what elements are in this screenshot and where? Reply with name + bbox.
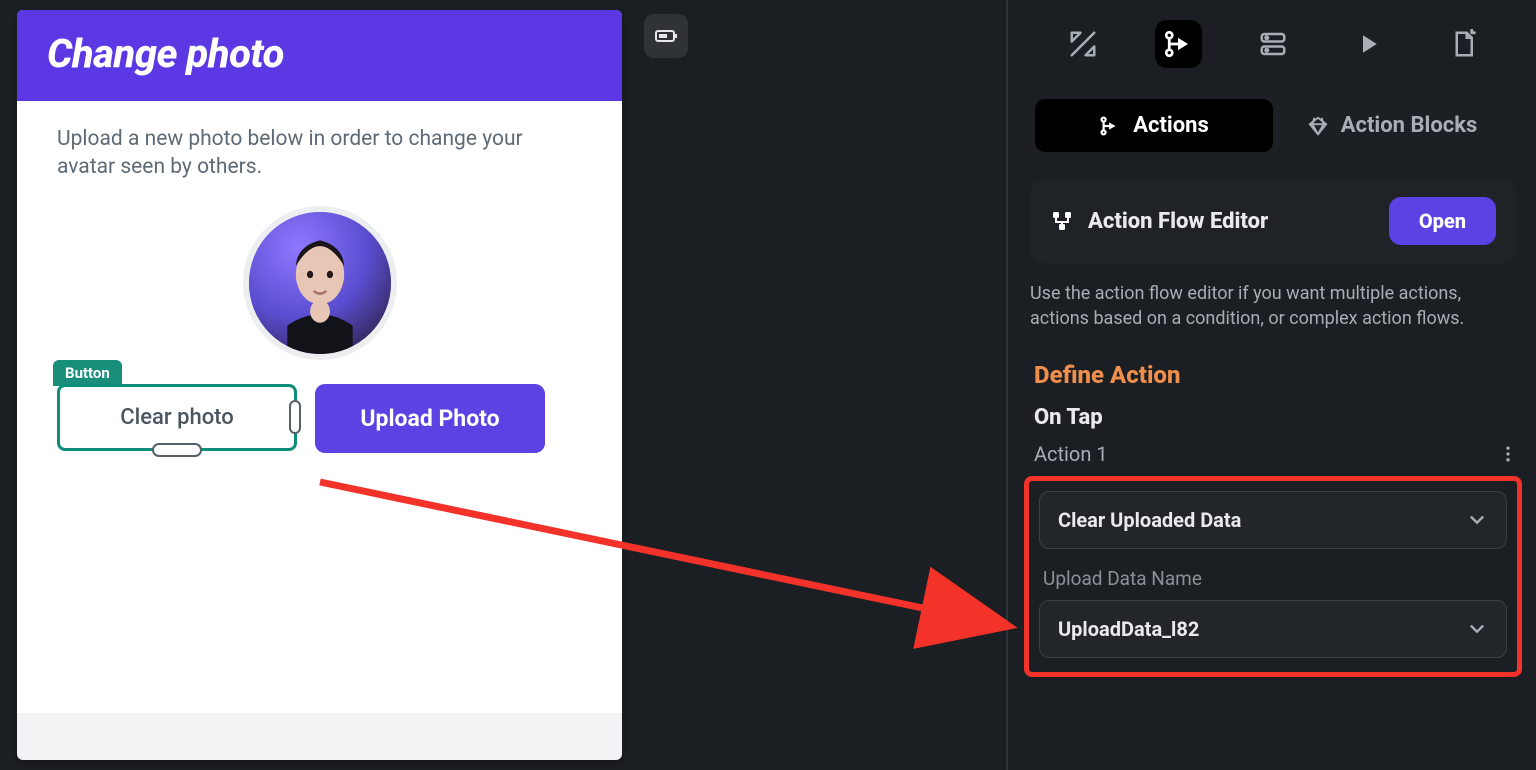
avatar-container (57, 206, 582, 360)
flow-editor-description: Use the action flow editor if you want m… (1030, 281, 1516, 331)
tab-design-icon[interactable] (1060, 20, 1107, 68)
flow-editor-card: Action Flow Editor Open (1030, 179, 1516, 263)
preview-header: Change photo (17, 10, 622, 101)
page-title: Change photo (47, 30, 592, 77)
upload-data-name-label: Upload Data Name (1043, 567, 1511, 590)
action-type-select[interactable]: Clear Uploaded Data (1039, 491, 1507, 549)
preview-card: Change photo Upload a new photo below in… (17, 10, 622, 760)
tab-preview-icon[interactable] (1344, 20, 1391, 68)
open-flow-editor-button[interactable]: Open (1389, 197, 1496, 245)
highlight-box: Clear Uploaded Data Upload Data Name Upl… (1024, 476, 1522, 677)
open-button-label: Open (1419, 209, 1466, 233)
resize-handle-right[interactable] (289, 400, 301, 434)
selected-widget-wrap: Button Clear photo (57, 384, 297, 451)
flow-editor-title: Action Flow Editor (1088, 209, 1375, 234)
clear-photo-button-label: Clear photo (120, 405, 233, 430)
preview-body: Upload a new photo below in order to cha… (17, 101, 622, 713)
upload-data-name-select[interactable]: UploadData_l82 (1039, 600, 1507, 658)
branch-icon (1099, 115, 1121, 137)
panel-tab-strip (1010, 0, 1536, 78)
action-type-value: Clear Uploaded Data (1058, 508, 1241, 532)
action-more-button[interactable] (1498, 444, 1518, 464)
properties-panel: Actions Action Blocks Action Flow Editor… (1010, 0, 1536, 770)
tab-backend-icon[interactable] (1250, 20, 1297, 68)
device-icon (654, 24, 678, 48)
chevron-down-icon (1466, 509, 1488, 531)
tab-document-icon[interactable] (1439, 20, 1486, 68)
action-index-label: Action 1 (1034, 442, 1108, 466)
button-row: Button Clear photo Upload Photo (57, 384, 582, 453)
actions-segmented-control: Actions Action Blocks (1030, 94, 1516, 157)
clear-photo-button[interactable]: Clear photo (57, 384, 297, 451)
device-preview-button[interactable] (644, 14, 688, 58)
flow-icon (1050, 209, 1074, 233)
upload-data-name-value: UploadData_l82 (1058, 617, 1199, 641)
action-row: Action 1 (1034, 442, 1518, 466)
action-trigger-label: On Tap (1034, 405, 1536, 430)
upload-photo-button[interactable]: Upload Photo (315, 384, 545, 453)
segment-action-blocks[interactable]: Action Blocks (1273, 99, 1511, 152)
segment-actions[interactable]: Actions (1035, 99, 1273, 152)
segment-actions-label: Actions (1133, 113, 1209, 138)
preview-description: Upload a new photo below in order to cha… (57, 125, 582, 182)
avatar-image (249, 212, 391, 354)
diamond-icon (1307, 115, 1329, 137)
resize-handle-bottom[interactable] (152, 443, 202, 457)
panel-divider (1006, 0, 1008, 770)
define-action-heading: Define Action (1034, 361, 1536, 389)
selection-badge: Button (53, 360, 122, 386)
tab-actions-icon[interactable] (1155, 20, 1202, 68)
kebab-icon (1498, 444, 1518, 464)
avatar (243, 206, 397, 360)
upload-photo-button-label: Upload Photo (360, 405, 499, 432)
chevron-down-icon (1466, 618, 1488, 640)
segment-action-blocks-label: Action Blocks (1341, 113, 1478, 138)
